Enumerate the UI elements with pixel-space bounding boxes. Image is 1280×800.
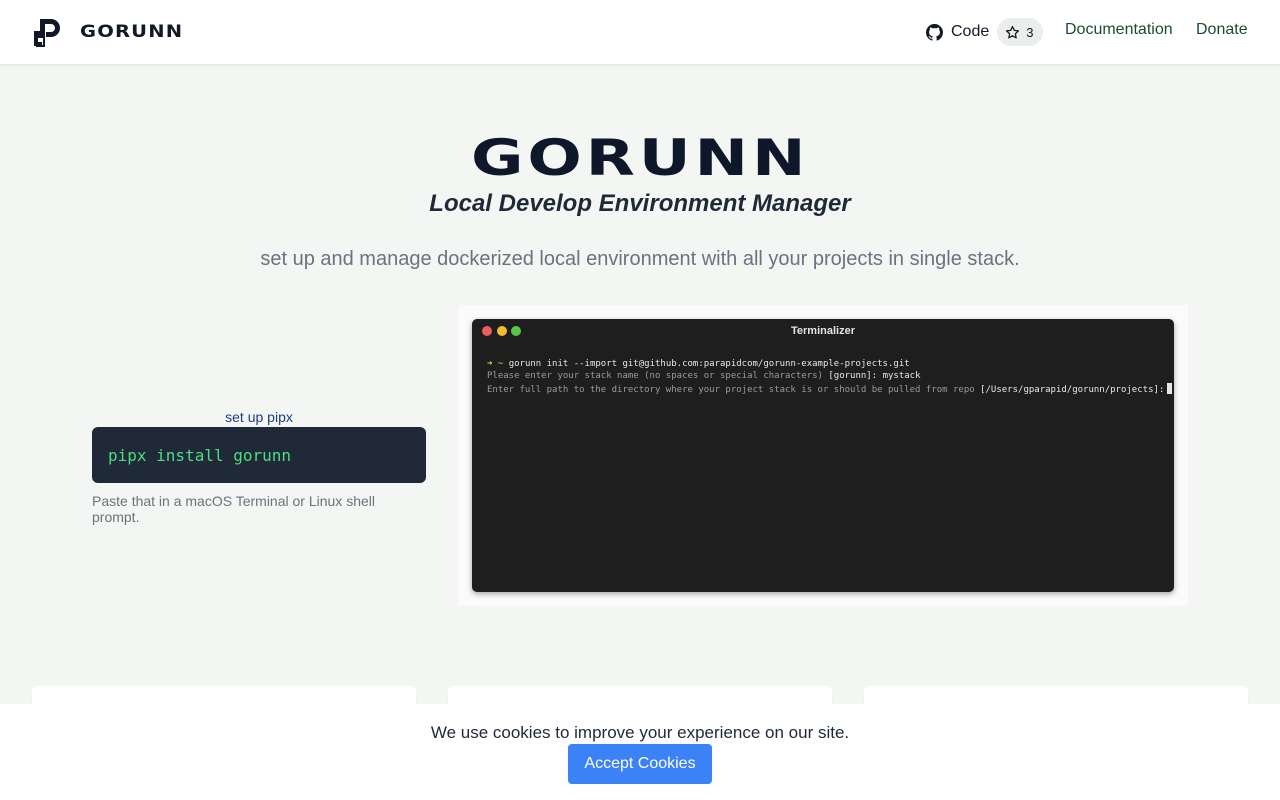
site-header: GORUNN Code 3 Documentation Donate [0,0,1280,64]
hero-tagline: set up and manage dockerized local envir… [260,248,1020,270]
star-count: 3 [1026,24,1034,40]
terminal-demo: Terminalizer ➜ ~ gorunn init --import gi… [458,305,1188,606]
setup-pipx-link[interactable]: set up pipx [92,409,426,425]
terminal-line-3: Enter full path to the directory where y… [487,383,1173,395]
nav-documentation-link[interactable]: Documentation [1065,21,1173,39]
accept-cookies-button[interactable]: Accept Cookies [568,744,712,784]
terminal-line-3-default: [/Users/gparapid/gorunn/projects]: [980,385,1165,395]
terminal-line-3-prompt: Enter full path to the directory where y… [487,385,975,395]
hero-title: GORUNN [0,130,1280,186]
install-hint: Paste that in a macOS Terminal or Linux … [92,493,375,525]
brand-logo-icon [34,19,60,47]
terminal-line-1: ➜ ~ gorunn init --import git@github.com:… [487,359,910,369]
install-command: pipx install gorunn [108,445,292,465]
terminal-prompt: ➜ ~ [487,359,504,369]
terminal-line-2-prompt: Please enter your stack name (no spaces … [487,371,823,381]
star-icon [1006,25,1020,38]
install-command-box[interactable]: pipx install gorunn [92,427,426,483]
cookie-message: We use cookies to improve your experienc… [430,723,850,742]
terminal-command: gorunn init --import git@github.com:para… [508,359,910,369]
brand-home-link[interactable]: GORUNN [32,17,182,47]
github-code-link[interactable]: Code 3 [926,18,1044,46]
terminal-cursor [1167,383,1173,394]
terminal-title: Terminalizer [791,325,855,337]
code-label: Code [951,23,990,40]
terminal-line-2-answer: mystack [882,371,921,381]
nav-donate-link[interactable]: Donate [1196,21,1248,39]
terminal-line-2: Please enter your stack name (no spaces … [487,371,921,381]
terminal-window: Terminalizer ➜ ~ gorunn init --import gi… [472,319,1174,592]
cookie-banner: We use cookies to improve your experienc… [0,704,1280,800]
terminal-line-2-default: [gorunn]: [828,371,878,381]
hero-title-text: GORUNN [470,129,810,187]
hero-subtitle: Local Develop Environment Manager [429,190,851,217]
github-stars-badge[interactable]: 3 [997,18,1044,46]
brand-name: GORUNN [80,22,184,42]
github-icon [926,23,943,41]
